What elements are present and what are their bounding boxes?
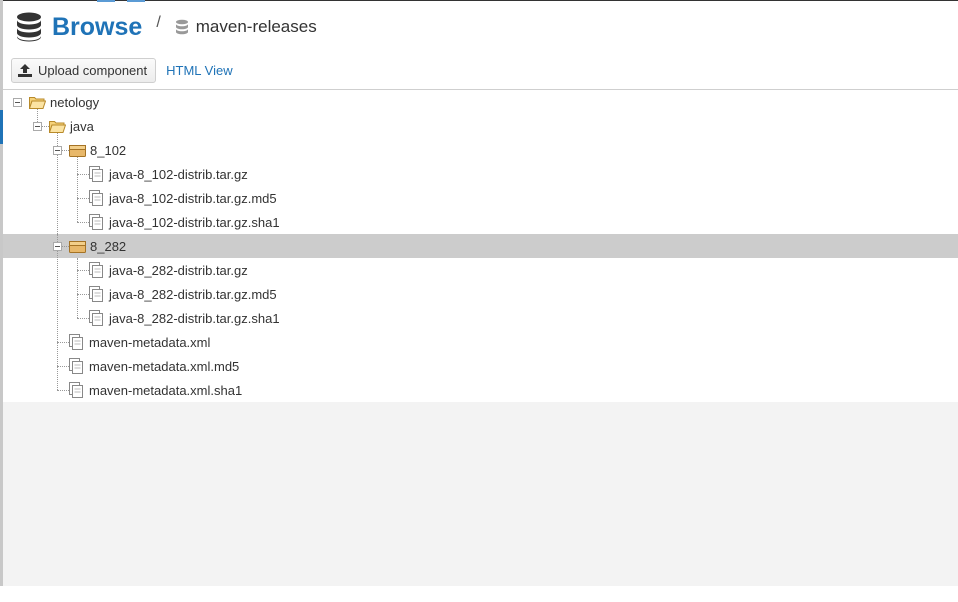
tree-row[interactable]: maven-metadata.xml.sha1 xyxy=(3,378,958,402)
file-icon xyxy=(89,166,103,182)
tree-row[interactable]: java-8_102-distrib.tar.gz.md5 xyxy=(3,186,958,210)
page-header: Browse / maven-releases xyxy=(16,10,317,44)
repository-icon xyxy=(175,19,188,35)
tree-row[interactable]: 8_102 xyxy=(3,138,958,162)
component-icon xyxy=(69,240,86,253)
tree-row[interactable]: java-8_282-distrib.tar.gz xyxy=(3,258,958,282)
file-icon xyxy=(89,190,103,206)
top-tab-marker xyxy=(97,0,115,2)
tree-node[interactable]: 8_102 xyxy=(69,138,126,162)
collapse-toggle[interactable] xyxy=(13,98,22,107)
tree-node[interactable]: maven-metadata.xml.md5 xyxy=(69,354,239,378)
tree-node[interactable]: java-8_282-distrib.tar.gz.sha1 xyxy=(89,306,280,330)
tree-node[interactable]: maven-metadata.xml xyxy=(69,330,210,354)
tree-empty-area xyxy=(3,402,958,586)
tree-node[interactable]: netology xyxy=(29,90,99,114)
upload-component-label: Upload component xyxy=(38,63,148,78)
file-icon xyxy=(89,286,103,302)
folder-open-icon xyxy=(29,97,46,109)
html-view-link[interactable]: HTML View xyxy=(166,63,232,78)
file-icon xyxy=(89,262,103,278)
file-icon xyxy=(89,214,103,230)
tree-node[interactable]: 8_282 xyxy=(69,234,126,258)
toolbar: Upload component HTML View xyxy=(11,58,233,83)
tree-row[interactable]: java-8_102-distrib.tar.gz.sha1 xyxy=(3,210,958,234)
upload-component-button[interactable]: Upload component xyxy=(11,58,157,83)
tree-row[interactable]: netology xyxy=(3,90,958,114)
file-icon xyxy=(69,358,83,374)
tree-node[interactable]: java-8_102-distrib.tar.gz xyxy=(89,162,248,186)
collapse-toggle[interactable] xyxy=(53,242,62,251)
file-icon xyxy=(89,310,103,326)
tree-row[interactable]: maven-metadata.xml xyxy=(3,330,958,354)
tree-row[interactable]: java xyxy=(3,114,958,138)
tree-node[interactable]: java-8_282-distrib.tar.gz xyxy=(89,258,248,282)
breadcrumb-separator: / xyxy=(156,14,161,31)
tree-row[interactable]: java-8_282-distrib.tar.gz.md5 xyxy=(3,282,958,306)
tree-node[interactable]: java-8_282-distrib.tar.gz.md5 xyxy=(89,282,277,306)
component-tree: netology java 8_102 java-8_102-distrib.t… xyxy=(3,90,958,402)
tree-row[interactable]: java-8_282-distrib.tar.gz.sha1 xyxy=(3,306,958,330)
file-icon xyxy=(69,382,83,398)
collapse-toggle[interactable] xyxy=(53,146,62,155)
breadcrumb-repository: maven-releases xyxy=(195,17,317,36)
tree-node[interactable]: java xyxy=(49,114,94,138)
tree-node[interactable]: java-8_102-distrib.tar.gz.sha1 xyxy=(89,210,280,234)
top-tab-marker xyxy=(127,0,145,2)
tree-row[interactable]: java-8_102-distrib.tar.gz xyxy=(3,162,958,186)
tree-row-selected[interactable]: 8_282 xyxy=(3,234,958,258)
folder-open-icon xyxy=(49,121,66,133)
collapse-toggle[interactable] xyxy=(33,122,42,131)
tree-node[interactable]: maven-metadata.xml.sha1 xyxy=(69,378,242,402)
file-icon xyxy=(69,334,83,350)
page-title[interactable]: Browse xyxy=(52,13,142,42)
tree-row[interactable]: maven-metadata.xml.md5 xyxy=(3,354,958,378)
component-icon xyxy=(69,144,86,157)
database-icon xyxy=(17,12,41,42)
upload-icon xyxy=(18,64,32,77)
tree-node[interactable]: java-8_102-distrib.tar.gz.md5 xyxy=(89,186,277,210)
